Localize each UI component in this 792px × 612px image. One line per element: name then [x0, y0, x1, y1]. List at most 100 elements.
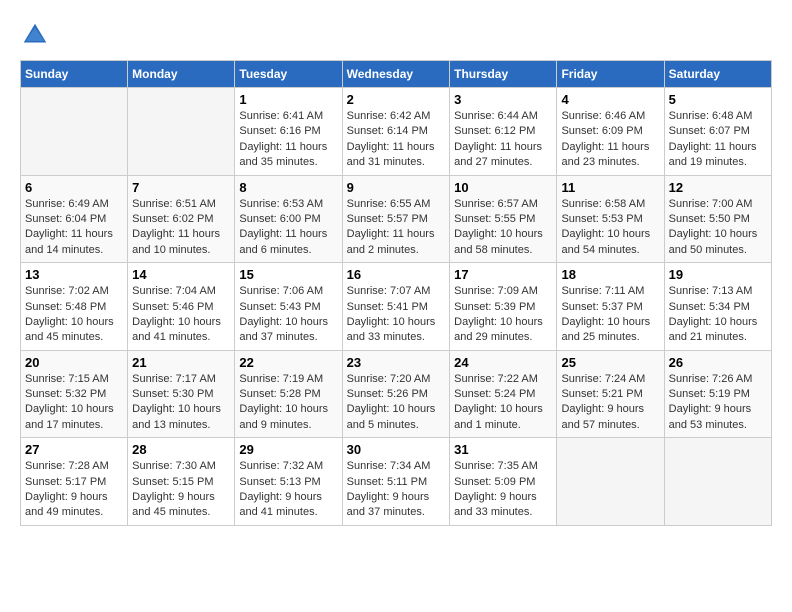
calendar-day-cell: 3 Sunrise: 6:44 AMSunset: 6:12 PMDaylight…: [450, 88, 557, 176]
day-info: Sunrise: 7:28 AMSunset: 5:17 PMDaylight:…: [25, 459, 123, 521]
calendar-day-cell: 10Sunrise: 6:57 AMSunset: 5:55 PMDayligh…: [450, 175, 557, 263]
day-number: 31: [454, 442, 552, 457]
day-of-week-header: Tuesday: [235, 61, 342, 88]
page-header: [20, 20, 772, 50]
day-info: Sunrise: 6:53 AMSunset: 6:00 PMDaylight:…: [239, 197, 337, 259]
calendar-day-cell: [557, 438, 664, 526]
calendar-day-cell: 16 Sunrise: 7:07 AMSunset: 5:41 PMDayligh…: [342, 263, 450, 351]
calendar-day-cell: 13Sunrise: 7:02 AMSunset: 5:48 PMDayligh…: [21, 263, 128, 351]
day-number: 16: [347, 267, 446, 282]
day-number: 6: [25, 180, 123, 195]
day-info: Sunrise: 7:11 AMSunset: 5:37 PMDaylight:…: [561, 284, 659, 346]
calendar-day-cell: 21 Sunrise: 7:17 AMSunset: 5:30 PMDayligh…: [128, 350, 235, 438]
day-info: Sunrise: 6:42 AMSunset: 6:14 PMDaylight:…: [347, 109, 446, 171]
calendar-day-cell: 23 Sunrise: 7:20 AMSunset: 5:26 PMDayligh…: [342, 350, 450, 438]
calendar-day-cell: 22 Sunrise: 7:19 AMSunset: 5:28 PMDayligh…: [235, 350, 342, 438]
calendar-week-row: 20 Sunrise: 7:15 AMSunset: 5:32 PMDayligh…: [21, 350, 772, 438]
day-info: Sunrise: 7:26 AMSunset: 5:19 PMDaylight:…: [669, 372, 767, 434]
calendar-day-cell: 12 Sunrise: 7:00 AMSunset: 5:50 PMDayligh…: [664, 175, 771, 263]
day-info: Sunrise: 6:49 AMSunset: 6:04 PMDaylight:…: [25, 197, 123, 259]
day-info: Sunrise: 7:06 AMSunset: 5:43 PMDaylight:…: [239, 284, 337, 346]
day-info: Sunrise: 6:44 AMSunset: 6:12 PMDaylight:…: [454, 109, 552, 171]
day-number: 4: [561, 92, 659, 107]
day-number: 17: [454, 267, 552, 282]
day-number: 2: [347, 92, 446, 107]
calendar-day-cell: [664, 438, 771, 526]
calendar-day-cell: 26 Sunrise: 7:26 AMSunset: 5:19 PMDayligh…: [664, 350, 771, 438]
calendar-day-cell: 8 Sunrise: 6:53 AMSunset: 6:00 PMDaylight…: [235, 175, 342, 263]
day-number: 10: [454, 180, 552, 195]
day-number: 18: [561, 267, 659, 282]
day-info: Sunrise: 7:35 AMSunset: 5:09 PMDaylight:…: [454, 459, 552, 521]
day-number: 29: [239, 442, 337, 457]
day-number: 22: [239, 355, 337, 370]
calendar-day-cell: 30 Sunrise: 7:34 AMSunset: 5:11 PMDayligh…: [342, 438, 450, 526]
calendar-week-row: 27 Sunrise: 7:28 AMSunset: 5:17 PMDayligh…: [21, 438, 772, 526]
day-number: 1: [239, 92, 337, 107]
day-number: 27: [25, 442, 123, 457]
day-number: 7: [132, 180, 230, 195]
day-info: Sunrise: 7:15 AMSunset: 5:32 PMDaylight:…: [25, 372, 123, 434]
calendar-week-row: 1 Sunrise: 6:41 AMSunset: 6:16 PMDaylight…: [21, 88, 772, 176]
day-number: 12: [669, 180, 767, 195]
day-info: Sunrise: 7:00 AMSunset: 5:50 PMDaylight:…: [669, 197, 767, 259]
calendar-day-cell: 24Sunrise: 7:22 AMSunset: 5:24 PMDayligh…: [450, 350, 557, 438]
day-info: Sunrise: 6:41 AMSunset: 6:16 PMDaylight:…: [239, 109, 337, 171]
day-number: 20: [25, 355, 123, 370]
day-number: 25: [561, 355, 659, 370]
logo: [20, 20, 54, 50]
day-info: Sunrise: 7:20 AMSunset: 5:26 PMDaylight:…: [347, 372, 446, 434]
calendar-day-cell: 28 Sunrise: 7:30 AMSunset: 5:15 PMDayligh…: [128, 438, 235, 526]
day-of-week-header: Sunday: [21, 61, 128, 88]
calendar-week-row: 6 Sunrise: 6:49 AMSunset: 6:04 PMDaylight…: [21, 175, 772, 263]
calendar-day-cell: [128, 88, 235, 176]
day-info: Sunrise: 7:19 AMSunset: 5:28 PMDaylight:…: [239, 372, 337, 434]
day-info: Sunrise: 7:22 AMSunset: 5:24 PMDaylight:…: [454, 372, 552, 434]
day-info: Sunrise: 7:07 AMSunset: 5:41 PMDaylight:…: [347, 284, 446, 346]
day-number: 21: [132, 355, 230, 370]
day-info: Sunrise: 6:55 AMSunset: 5:57 PMDaylight:…: [347, 197, 446, 259]
day-number: 30: [347, 442, 446, 457]
day-of-week-header: Friday: [557, 61, 664, 88]
day-info: Sunrise: 7:34 AMSunset: 5:11 PMDaylight:…: [347, 459, 446, 521]
calendar-day-cell: 20 Sunrise: 7:15 AMSunset: 5:32 PMDayligh…: [21, 350, 128, 438]
logo-icon: [20, 20, 50, 50]
calendar-day-cell: 1 Sunrise: 6:41 AMSunset: 6:16 PMDaylight…: [235, 88, 342, 176]
calendar-day-cell: 29 Sunrise: 7:32 AMSunset: 5:13 PMDayligh…: [235, 438, 342, 526]
calendar-header-row: SundayMondayTuesdayWednesdayThursdayFrid…: [21, 61, 772, 88]
calendar-day-cell: 9 Sunrise: 6:55 AMSunset: 5:57 PMDaylight…: [342, 175, 450, 263]
calendar-day-cell: 4Sunrise: 6:46 AMSunset: 6:09 PMDaylight…: [557, 88, 664, 176]
calendar-day-cell: 17Sunrise: 7:09 AMSunset: 5:39 PMDayligh…: [450, 263, 557, 351]
calendar-week-row: 13Sunrise: 7:02 AMSunset: 5:48 PMDayligh…: [21, 263, 772, 351]
day-info: Sunrise: 7:17 AMSunset: 5:30 PMDaylight:…: [132, 372, 230, 434]
calendar-table: SundayMondayTuesdayWednesdayThursdayFrid…: [20, 60, 772, 526]
calendar-day-cell: 6 Sunrise: 6:49 AMSunset: 6:04 PMDaylight…: [21, 175, 128, 263]
day-info: Sunrise: 7:13 AMSunset: 5:34 PMDaylight:…: [669, 284, 767, 346]
day-number: 8: [239, 180, 337, 195]
day-number: 5: [669, 92, 767, 107]
day-info: Sunrise: 6:48 AMSunset: 6:07 PMDaylight:…: [669, 109, 767, 171]
calendar-day-cell: 14Sunrise: 7:04 AMSunset: 5:46 PMDayligh…: [128, 263, 235, 351]
day-of-week-header: Wednesday: [342, 61, 450, 88]
day-number: 28: [132, 442, 230, 457]
calendar-day-cell: 19Sunrise: 7:13 AMSunset: 5:34 PMDayligh…: [664, 263, 771, 351]
calendar-day-cell: 31 Sunrise: 7:35 AMSunset: 5:09 PMDayligh…: [450, 438, 557, 526]
calendar-day-cell: 27 Sunrise: 7:28 AMSunset: 5:17 PMDayligh…: [21, 438, 128, 526]
calendar-day-cell: 7 Sunrise: 6:51 AMSunset: 6:02 PMDaylight…: [128, 175, 235, 263]
calendar-day-cell: 2 Sunrise: 6:42 AMSunset: 6:14 PMDaylight…: [342, 88, 450, 176]
day-number: 26: [669, 355, 767, 370]
day-number: 11: [561, 180, 659, 195]
day-number: 23: [347, 355, 446, 370]
day-info: Sunrise: 7:24 AMSunset: 5:21 PMDaylight:…: [561, 372, 659, 434]
day-info: Sunrise: 6:58 AMSunset: 5:53 PMDaylight:…: [561, 197, 659, 259]
day-number: 13: [25, 267, 123, 282]
calendar-day-cell: 5 Sunrise: 6:48 AMSunset: 6:07 PMDaylight…: [664, 88, 771, 176]
day-of-week-header: Saturday: [664, 61, 771, 88]
day-info: Sunrise: 6:51 AMSunset: 6:02 PMDaylight:…: [132, 197, 230, 259]
day-info: Sunrise: 7:30 AMSunset: 5:15 PMDaylight:…: [132, 459, 230, 521]
day-of-week-header: Thursday: [450, 61, 557, 88]
day-number: 9: [347, 180, 446, 195]
day-number: 14: [132, 267, 230, 282]
day-info: Sunrise: 7:32 AMSunset: 5:13 PMDaylight:…: [239, 459, 337, 521]
day-number: 3: [454, 92, 552, 107]
